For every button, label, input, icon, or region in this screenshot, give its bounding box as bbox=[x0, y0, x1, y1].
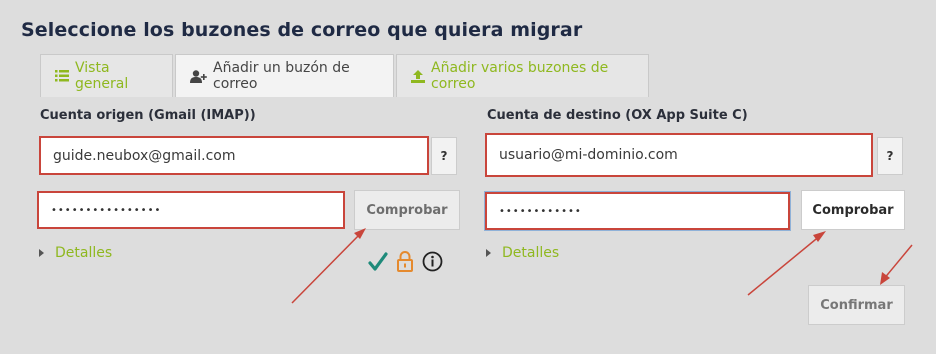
tab-anadir-buzon[interactable]: Añadir un buzón de correo bbox=[175, 54, 394, 97]
destination-check-button[interactable]: Comprobar bbox=[801, 190, 905, 230]
tab-label: Vista general bbox=[75, 60, 129, 92]
tab-label: Añadir un buzón de correo bbox=[213, 60, 350, 92]
add-user-icon bbox=[190, 69, 207, 83]
list-icon bbox=[55, 70, 69, 82]
destination-account-label: Cuenta de destino (OX App Suite C) bbox=[487, 108, 748, 123]
upload-icon bbox=[411, 69, 425, 83]
confirm-button[interactable]: Confirmar bbox=[808, 285, 905, 325]
source-details-toggle[interactable]: Detalles bbox=[39, 245, 112, 261]
caret-right-icon bbox=[39, 249, 44, 257]
source-password-input[interactable]: •••••••••••••••• bbox=[37, 191, 345, 229]
source-check-button[interactable]: Comprobar bbox=[354, 190, 460, 230]
source-help-button[interactable]: ? bbox=[431, 137, 457, 175]
destination-email-input[interactable]: usuario@mi-dominio.com bbox=[485, 133, 873, 177]
source-status-icons bbox=[368, 251, 443, 276]
source-details-label: Detalles bbox=[55, 245, 113, 261]
info-icon[interactable] bbox=[422, 251, 443, 276]
page-title: Seleccione los buzones de correo que qui… bbox=[21, 19, 583, 41]
arrow-to-source-check bbox=[291, 228, 366, 304]
lock-icon[interactable] bbox=[397, 251, 413, 276]
destination-help-button[interactable]: ? bbox=[877, 137, 903, 175]
tab-bar: Vista general Añadir un buzón de correo … bbox=[40, 54, 651, 97]
source-password-value: •••••••••••••••• bbox=[51, 204, 162, 216]
caret-right-icon bbox=[486, 249, 491, 257]
tab-label: Añadir varios buzones de correo bbox=[431, 60, 609, 92]
destination-password-input[interactable]: •••••••••••• bbox=[485, 192, 790, 230]
destination-email-value: usuario@mi-dominio.com bbox=[499, 147, 678, 163]
tab-vista-general[interactable]: Vista general bbox=[40, 54, 173, 97]
destination-details-label: Detalles bbox=[502, 245, 560, 261]
checkmark-icon bbox=[368, 251, 388, 276]
arrow-to-confirm bbox=[880, 244, 913, 285]
destination-password-value: •••••••••••• bbox=[499, 205, 582, 217]
source-account-label: Cuenta origen (Gmail (IMAP)) bbox=[40, 108, 256, 123]
tab-anadir-varios[interactable]: Añadir varios buzones de correo bbox=[396, 54, 649, 97]
source-email-value: guide.neubox@gmail.com bbox=[53, 147, 236, 164]
source-email-input[interactable]: guide.neubox@gmail.com bbox=[39, 136, 429, 175]
destination-details-toggle[interactable]: Detalles bbox=[486, 245, 559, 261]
